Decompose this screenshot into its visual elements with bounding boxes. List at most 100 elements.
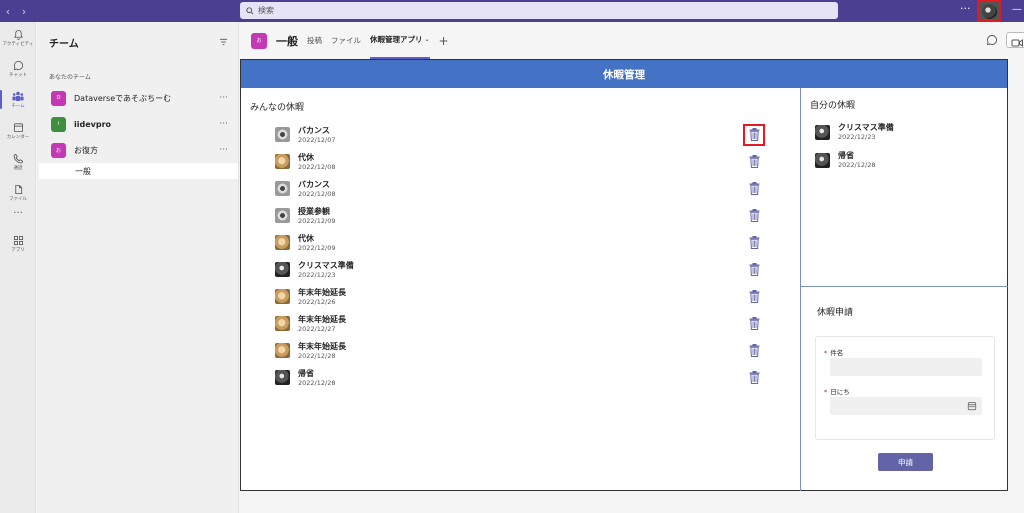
trash-icon: [749, 209, 759, 222]
minimize-icon[interactable]: —: [1012, 4, 1022, 15]
team-name: iidevpro: [74, 119, 112, 129]
channel-item-general[interactable]: 一般: [39, 163, 238, 179]
trash-icon: [749, 155, 759, 168]
calendar-icon[interactable]: [967, 401, 977, 411]
rail-item-apps[interactable]: アプリ: [0, 228, 36, 259]
tab-posts[interactable]: 投稿: [307, 22, 322, 59]
vacation-row[interactable]: 授業参観 2022/12/09: [275, 202, 765, 229]
rail-label: ファイル: [9, 196, 27, 202]
user-photo: [275, 235, 290, 250]
vacation-text: 年末年始延長 2022/12/27: [298, 315, 743, 333]
phone-icon: [13, 153, 23, 163]
my-vacation-row[interactable]: クリスマス準備 2022/12/23: [815, 118, 995, 146]
delete-button[interactable]: [743, 151, 765, 173]
trash-icon: [749, 317, 759, 330]
vacation-row[interactable]: バカンス 2022/12/07: [275, 121, 765, 148]
subject-label: * 件名: [824, 347, 843, 357]
trash-icon: [749, 236, 759, 249]
vacation-date: 2022/12/28: [298, 378, 336, 387]
all-vacations-title: みんなの休暇: [250, 103, 305, 113]
delete-button[interactable]: [743, 367, 765, 389]
vacation-date: 2022/12/26: [298, 297, 336, 306]
teams-icon: [12, 91, 24, 101]
vacation-row[interactable]: 年末年始延長 2022/12/27: [275, 310, 765, 337]
tab-files[interactable]: ファイル: [331, 22, 361, 59]
team-name: お復方: [74, 145, 98, 155]
delete-button[interactable]: [743, 286, 765, 308]
request-form-title: 休暇申請: [817, 308, 854, 318]
apps-icon: [13, 235, 23, 245]
channel-logo: お: [251, 32, 267, 49]
user-photo: [275, 127, 290, 142]
vacation-row[interactable]: 代休 2022/12/08: [275, 148, 765, 175]
delete-button[interactable]: [743, 340, 765, 362]
more-apps-icon[interactable]: ···: [0, 208, 36, 228]
delete-button[interactable]: [743, 232, 765, 254]
app-title: 休暇管理: [241, 60, 1007, 88]
user-photo: [275, 289, 290, 304]
vacation-text: クリスマス準備 2022/12/23: [298, 261, 743, 279]
search-placeholder: 検索: [258, 6, 274, 15]
delete-button[interactable]: [743, 178, 765, 200]
delete-button[interactable]: [743, 313, 765, 335]
trash-icon: [749, 128, 759, 141]
search-box[interactable]: 検索: [240, 2, 838, 19]
trash-icon: [749, 371, 759, 384]
vacation-date: 2022/12/27: [298, 324, 336, 333]
back-arrow-icon[interactable]: ‹: [0, 5, 16, 18]
bell-icon: [13, 29, 23, 40]
vacation-row[interactable]: 年末年始延長 2022/12/26: [275, 283, 765, 310]
subject-input[interactable]: [830, 358, 982, 376]
tab-vacation-app[interactable]: 休暇管理アプリ ⌄: [370, 22, 430, 59]
vacation-row[interactable]: 年末年始延長 2022/12/28: [275, 337, 765, 364]
team-logo: i: [51, 116, 66, 132]
rail-item-activity[interactable]: アクティビティ: [0, 22, 36, 53]
vacation-row[interactable]: バカンス 2022/12/08: [275, 175, 765, 202]
file-icon: [14, 184, 22, 194]
team-item[interactable]: i iidevpro ···: [37, 111, 238, 137]
user-photo: [275, 208, 290, 223]
more-icon[interactable]: ···: [219, 145, 228, 155]
trash-icon: [749, 263, 759, 276]
more-icon[interactable]: ···: [219, 119, 228, 129]
submit-button[interactable]: 申請: [878, 453, 933, 471]
forward-arrow-icon[interactable]: ›: [16, 5, 32, 18]
vacation-row[interactable]: 帰省 2022/12/28: [275, 364, 765, 391]
team-logo: D: [51, 90, 66, 106]
search-icon: [246, 6, 254, 15]
team-item[interactable]: お お復方 ···: [37, 137, 238, 163]
delete-button[interactable]: [743, 259, 765, 281]
rail-item-files[interactable]: ファイル: [0, 177, 36, 208]
teams-panel: チーム あなたのチーム D Dataverseであそぶちーむ ··· i iid…: [37, 22, 239, 513]
more-options-icon[interactable]: ···: [960, 2, 971, 15]
rail-item-chat[interactable]: チャット: [0, 53, 36, 84]
vacation-text: 帰省 2022/12/28: [298, 369, 743, 387]
conversation-icon[interactable]: [986, 34, 998, 46]
vacation-text: バカンス 2022/12/08: [298, 180, 743, 198]
date-picker[interactable]: [830, 397, 982, 415]
vacation-date: 2022/12/23: [838, 133, 876, 141]
subject-label-text: 件名: [830, 349, 844, 357]
rail-item-calls[interactable]: 通話: [0, 146, 36, 177]
filter-icon[interactable]: [219, 38, 228, 46]
vacation-text: 帰省 2022/12/28: [838, 151, 995, 169]
rail-item-calendar[interactable]: カレンダー: [0, 115, 36, 146]
avatar-image: [981, 3, 997, 19]
vacation-row[interactable]: クリスマス準備 2022/12/23: [275, 256, 765, 283]
user-avatar[interactable]: [977, 0, 1001, 22]
delete-button[interactable]: [743, 123, 765, 146]
team-item[interactable]: D Dataverseであそぶちーむ ···: [37, 85, 238, 111]
vacation-text: 代休 2022/12/09: [298, 234, 743, 252]
vacation-title: 代休: [298, 233, 314, 243]
my-vacation-row[interactable]: 帰省 2022/12/28: [815, 146, 995, 174]
video-button[interactable]: [1006, 32, 1024, 48]
more-icon[interactable]: ···: [219, 93, 228, 103]
rail-item-teams[interactable]: チーム: [0, 84, 36, 115]
vacation-row[interactable]: 代休 2022/12/09: [275, 229, 765, 256]
required-mark: *: [824, 388, 828, 396]
delete-button[interactable]: [743, 205, 765, 227]
vacation-text: 年末年始延長 2022/12/26: [298, 288, 743, 306]
vacation-title: 代休: [298, 152, 314, 162]
add-tab-icon[interactable]: +: [439, 34, 449, 48]
request-form: * 件名 * 日にち: [815, 336, 995, 440]
